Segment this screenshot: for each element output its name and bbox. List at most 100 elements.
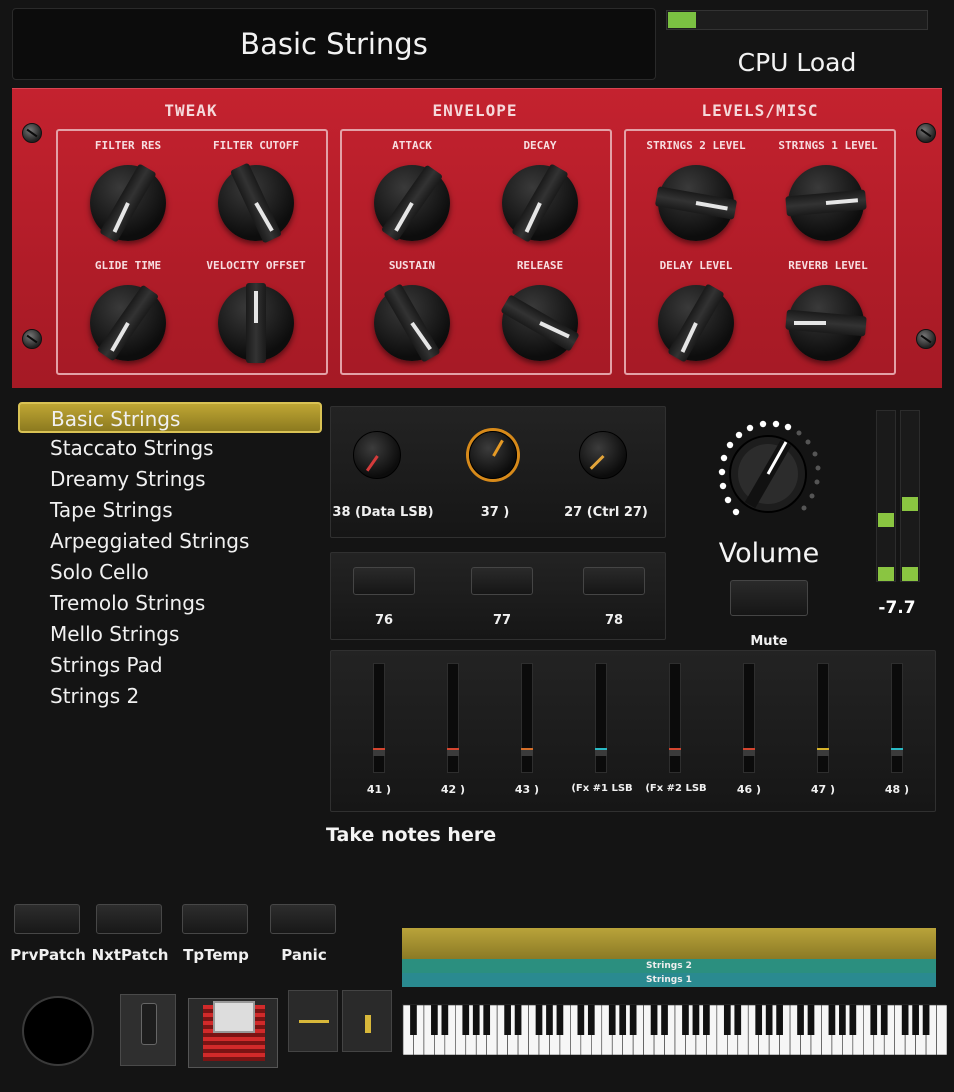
fader-fx2[interactable] [669,663,681,773]
filter-cutoff-knob[interactable] [218,162,294,244]
fader-label: (Fx #2 LSB [645,783,707,794]
fader-41[interactable] [373,663,385,773]
delay-level-knob[interactable] [658,283,734,363]
piano-keyboard[interactable] [402,1004,948,1056]
sustain-pedal-icon[interactable] [120,994,176,1066]
fader-46[interactable] [743,663,755,773]
volume-knob[interactable] [708,412,828,532]
layer-strings-1: Strings 1 [402,973,936,987]
white-key[interactable] [936,1004,948,1056]
black-key[interactable] [587,1005,595,1035]
black-key[interactable] [504,1005,511,1035]
black-key[interactable] [483,1005,491,1035]
black-key[interactable] [535,1005,543,1035]
tap-tempo-button[interactable] [182,904,248,934]
cc-78-button[interactable] [583,567,645,595]
black-key[interactable] [619,1005,627,1035]
mute-label: Mute [750,634,788,649]
black-key[interactable] [703,1005,710,1035]
fader-panel: 41 ) 42 ) 43 ) (Fx #1 LSB (Fx #2 LSB 46 … [330,650,936,812]
strings-2-level-knob[interactable] [654,165,738,241]
release-knob[interactable] [500,285,580,361]
black-key[interactable] [608,1005,616,1035]
black-key[interactable] [462,1005,470,1035]
preset-item[interactable]: Arpeggiated Strings [12,526,322,557]
preset-item[interactable]: Strings 2 [12,681,322,712]
black-key[interactable] [682,1005,689,1035]
black-key[interactable] [734,1005,742,1035]
preset-item[interactable]: Solo Cello [12,557,322,588]
black-key[interactable] [723,1005,731,1035]
black-key[interactable] [870,1005,878,1035]
black-key[interactable] [556,1005,564,1035]
panic-button[interactable] [270,904,336,934]
black-key[interactable] [901,1005,909,1035]
black-key[interactable] [797,1005,804,1035]
attack-knob[interactable] [374,164,450,242]
black-key[interactable] [755,1005,763,1035]
black-key[interactable] [776,1005,783,1035]
cc-knob-label: 38 (Data LSB) [332,505,434,520]
black-key[interactable] [849,1005,857,1035]
preset-item[interactable]: Strings Pad [12,650,322,681]
mod-wheel[interactable] [342,990,392,1052]
pad-label: NxtPatch [91,946,169,964]
reverb-level-knob[interactable] [785,285,867,361]
black-key[interactable] [629,1005,637,1035]
black-key[interactable] [410,1005,417,1035]
black-key[interactable] [650,1005,658,1035]
preset-item[interactable]: Tape Strings [12,495,322,526]
volume-label: Volume [718,538,820,569]
fader-48[interactable] [891,663,903,773]
black-key[interactable] [828,1005,836,1035]
keyboard-keys[interactable] [402,1004,948,1056]
black-key[interactable] [912,1005,919,1035]
expression-pedal-icon[interactable] [188,998,278,1068]
fader-43[interactable] [521,663,533,773]
cc-27-knob[interactable] [579,431,627,479]
black-key[interactable] [880,1005,888,1035]
black-key[interactable] [807,1005,815,1035]
fader-42[interactable] [447,663,459,773]
next-patch-button[interactable] [96,904,162,934]
decay-knob[interactable] [502,163,578,243]
sustain-knob[interactable] [374,283,450,363]
fader-47[interactable] [817,663,829,773]
glide-time-knob[interactable] [90,284,166,362]
black-key[interactable] [839,1005,846,1035]
cc-button-label: 78 [604,613,624,628]
mute-button[interactable] [730,580,808,616]
preset-item[interactable]: Dreamy Strings [12,464,322,495]
xy-pad[interactable] [22,996,94,1066]
filter-res-knob[interactable] [90,163,166,243]
knob-label: STRINGS 1 LEVEL [778,139,878,152]
black-key[interactable] [514,1005,522,1035]
cc-76-button[interactable] [353,567,415,595]
black-key[interactable] [692,1005,700,1035]
black-key[interactable] [546,1005,553,1035]
cc-77-button[interactable] [471,567,533,595]
preset-item-selected[interactable]: Basic Strings [18,402,322,433]
prev-patch-button[interactable] [14,904,80,934]
cc-37-knob[interactable] [469,431,517,479]
preset-item[interactable]: Staccato Strings [12,433,322,464]
preset-item[interactable]: Tremolo Strings [12,588,322,619]
layer-range-area [402,928,936,959]
black-key[interactable] [441,1005,449,1035]
black-key[interactable] [765,1005,773,1035]
black-key[interactable] [472,1005,480,1035]
cpu-load-meter [666,10,928,30]
black-key[interactable] [922,1005,930,1035]
knob-label: STRINGS 2 LEVEL [646,139,746,152]
black-key[interactable] [577,1005,585,1035]
strings-1-level-knob[interactable] [785,165,867,241]
section-title-levels: LEVELS/MISC [701,101,819,120]
cc-38-knob[interactable] [353,431,401,479]
black-key[interactable] [431,1005,438,1035]
velocity-offset-knob[interactable] [218,283,294,363]
black-key[interactable] [661,1005,668,1035]
fader-fx1[interactable] [595,663,607,773]
pitch-wheel[interactable] [288,990,338,1052]
preset-item[interactable]: Mello Strings [12,619,322,650]
notes-field[interactable]: Take notes here [326,824,926,864]
